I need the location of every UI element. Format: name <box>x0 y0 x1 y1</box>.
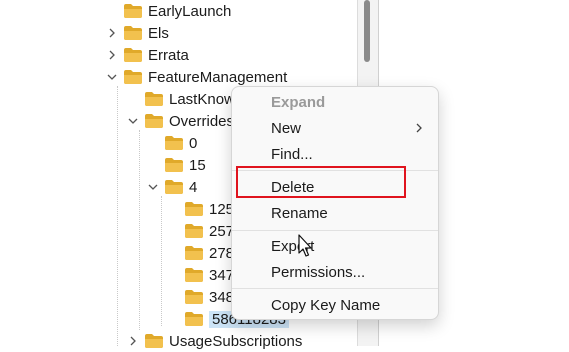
tree-item-usagesubscriptions[interactable]: UsageSubscriptions <box>127 330 302 352</box>
tree-item-label: 4 <box>189 178 198 196</box>
folder-icon <box>145 92 163 106</box>
folder-icon <box>185 246 203 260</box>
chevron-down-icon[interactable] <box>106 70 118 84</box>
folder-icon <box>185 312 203 326</box>
tree-item-featuremanagement[interactable]: FeatureManagement <box>106 66 287 88</box>
menu-item-label: New <box>271 119 302 137</box>
tree-item-label: Overrides <box>169 112 235 130</box>
menu-item-label: Rename <box>271 204 328 222</box>
tree-item-347[interactable]: 347 <box>167 264 234 286</box>
menu-item-export[interactable]: Export <box>232 233 438 259</box>
menu-item-copy-key-name[interactable]: Copy Key Name <box>232 292 438 318</box>
menu-item-label: Find... <box>271 145 313 163</box>
folder-icon <box>124 48 142 62</box>
menu-item-new[interactable]: New <box>232 115 438 141</box>
folder-icon <box>165 180 183 194</box>
tree-item-label: EarlyLaunch <box>148 2 232 20</box>
tree-item-label: LastKnow <box>169 90 235 108</box>
tree-item-earlylaunch[interactable]: EarlyLaunch <box>106 0 231 22</box>
chevron-right-icon[interactable] <box>106 48 118 62</box>
tree-guide <box>139 130 140 330</box>
folder-icon <box>124 70 142 84</box>
folder-icon <box>185 224 203 238</box>
folder-icon <box>124 4 142 18</box>
menu-separator <box>232 288 438 289</box>
tree-item-348[interactable]: 348 <box>167 286 234 308</box>
tree-item-label: 0 <box>189 134 198 152</box>
tree-item-errata[interactable]: Errata <box>106 44 189 66</box>
tree-guide <box>117 86 118 346</box>
tree-item-4[interactable]: 4 <box>147 176 197 198</box>
tree-item-0[interactable]: 0 <box>147 132 197 154</box>
folder-icon <box>145 114 163 128</box>
folder-icon <box>124 26 142 40</box>
folder-icon <box>185 268 203 282</box>
tree-item-278[interactable]: 278 <box>167 242 234 264</box>
tree-item-label: Els <box>148 24 169 42</box>
tree-item-label: UsageSubscriptions <box>169 332 303 350</box>
menu-item-find[interactable]: Find... <box>232 141 438 167</box>
chevron-down-icon[interactable] <box>127 114 139 128</box>
menu-item-label: Expand <box>271 93 326 111</box>
tree-item-lastknow[interactable]: LastKnow <box>127 88 235 110</box>
chevron-right-icon[interactable] <box>106 26 118 40</box>
menu-item-rename[interactable]: Rename <box>232 200 438 226</box>
folder-icon <box>185 202 203 216</box>
menu-item-permissions[interactable]: Permissions... <box>232 259 438 285</box>
tree-item-label: FeatureManagement <box>148 68 288 86</box>
tree-item-257[interactable]: 257 <box>167 220 234 242</box>
tree-item-els[interactable]: Els <box>106 22 169 44</box>
delete-highlight-box <box>236 166 406 198</box>
folder-icon <box>165 136 183 150</box>
menu-item-label: Copy Key Name <box>271 296 381 314</box>
tree-item-label: 15 <box>189 156 206 174</box>
tree-item-125[interactable]: 125 <box>167 198 234 220</box>
folder-icon <box>185 290 203 304</box>
menu-item-label: Permissions... <box>271 263 366 281</box>
context-menu: Expand New Find... Delete Rename Export … <box>231 86 439 320</box>
folder-icon <box>165 158 183 172</box>
chevron-down-icon[interactable] <box>147 180 159 194</box>
chevron-right-icon <box>414 121 424 135</box>
tree-item-15[interactable]: 15 <box>147 154 206 176</box>
tree-item-label: Errata <box>148 46 189 64</box>
menu-item-expand: Expand <box>232 89 438 115</box>
mouse-cursor-icon <box>298 234 312 258</box>
tree-item-overrides[interactable]: Overrides <box>127 110 234 132</box>
scrollbar-thumb[interactable] <box>364 0 370 62</box>
tree-guide <box>161 196 162 326</box>
menu-separator <box>232 230 438 231</box>
